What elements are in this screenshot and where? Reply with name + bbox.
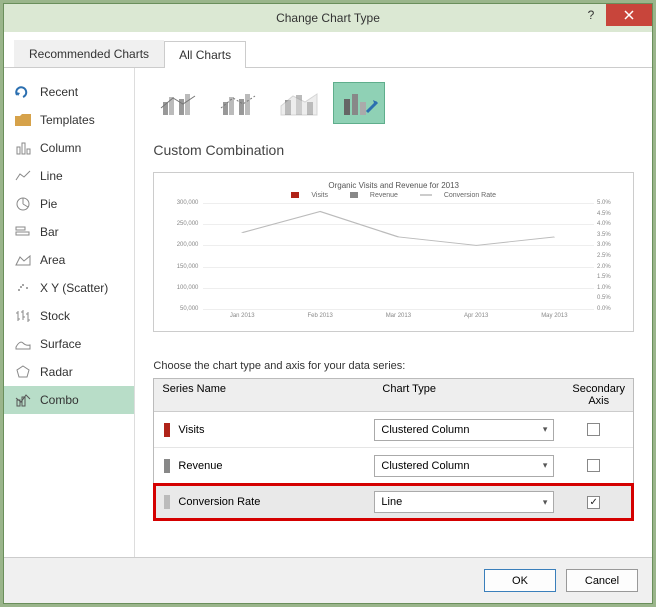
sidebar-item-label: Templates (40, 113, 95, 127)
content-area: Recent Templates Column Line Pie Bar (4, 68, 652, 557)
sidebar-item-bar[interactable]: Bar (4, 218, 134, 246)
col-chart-type: Chart Type (374, 379, 564, 411)
choose-series-label: Choose the chart type and axis for your … (153, 360, 634, 372)
chart-title: Organic Visits and Revenue for 2013 (168, 181, 619, 190)
sidebar-item-scatter[interactable]: X Y (Scatter) (4, 274, 134, 302)
combo-subtype-row (153, 82, 634, 124)
stock-icon (14, 308, 32, 324)
surface-icon (14, 336, 32, 352)
secondary-axis-cell (554, 459, 633, 472)
chevron-down-icon: ▾ (543, 497, 548, 508)
subtype-stacked-area[interactable] (273, 82, 325, 124)
sidebar-item-templates[interactable]: Templates (4, 106, 134, 134)
recent-icon (14, 84, 32, 100)
series-name: Revenue (178, 460, 374, 472)
series-table: Series Name Chart Type Secondary Axis Vi… (153, 378, 634, 521)
sidebar-item-column[interactable]: Column (4, 134, 134, 162)
line-icon (14, 168, 32, 184)
series-row-revenue: Revenue Clustered Column ▾ (154, 448, 633, 484)
series-name: Visits (178, 424, 374, 436)
sidebar-item-label: Combo (40, 393, 79, 407)
chart-type-select[interactable]: Clustered Column ▾ (374, 455, 554, 477)
close-button[interactable] (606, 4, 652, 26)
help-button[interactable]: ? (576, 4, 606, 26)
column-icon (14, 140, 32, 156)
secondary-axis-checkbox[interactable]: ✓ (587, 496, 600, 509)
chart-category-sidebar: Recent Templates Column Line Pie Bar (4, 68, 135, 557)
sidebar-item-label: X Y (Scatter) (40, 281, 108, 295)
folder-icon (14, 112, 32, 128)
dialog-title: Change Chart Type (4, 11, 652, 25)
sidebar-item-label: Stock (40, 309, 70, 323)
tab-all-charts[interactable]: All Charts (164, 41, 246, 68)
sidebar-item-label: Radar (40, 365, 73, 379)
sidebar-item-radar[interactable]: Radar (4, 358, 134, 386)
col-secondary-axis: Secondary Axis (564, 379, 633, 411)
sidebar-item-label: Column (40, 141, 81, 155)
series-name: Conversion Rate (178, 496, 374, 508)
sidebar-item-pie[interactable]: Pie (4, 190, 134, 218)
main-panel: Custom Combination Organic Visits and Re… (135, 68, 652, 557)
secondary-axis-checkbox[interactable] (587, 459, 600, 472)
series-row-conversion-rate: Conversion Rate Line ▾ ✓ (154, 484, 633, 520)
chart-plot-area: 50,000100,000150,000200,000250,000300,00… (203, 203, 594, 309)
chart-type-select[interactable]: Line ▾ (374, 491, 554, 513)
series-table-header: Series Name Chart Type Secondary Axis (154, 379, 633, 412)
sidebar-item-combo[interactable]: Combo (4, 386, 134, 414)
sidebar-item-label: Surface (40, 337, 81, 351)
secondary-axis-cell (554, 423, 633, 436)
series-row-visits: Visits Clustered Column ▾ (154, 412, 633, 448)
sidebar-item-label: Line (40, 169, 63, 183)
sidebar-item-label: Recent (40, 85, 78, 99)
subtype-clustered-line[interactable] (153, 82, 205, 124)
x-axis-labels: Jan 2013Feb 2013Mar 2013Apr 2013May 2013 (203, 313, 594, 319)
titlebar: Change Chart Type ? (4, 4, 652, 32)
secondary-axis-checkbox[interactable] (587, 423, 600, 436)
chart-type-select[interactable]: Clustered Column ▾ (374, 419, 554, 441)
ok-button[interactable]: OK (484, 569, 556, 592)
subtype-clustered-line-sec[interactable] (213, 82, 265, 124)
chart-legend: Visits Revenue Conversion Rate (168, 192, 619, 199)
titlebar-buttons: ? (576, 4, 652, 26)
sidebar-item-label: Pie (40, 197, 57, 211)
dialog-window: Change Chart Type ? Recommended Charts A… (3, 3, 653, 604)
bar-icon (14, 224, 32, 240)
cancel-button[interactable]: Cancel (566, 569, 638, 592)
sidebar-item-label: Bar (40, 225, 59, 239)
col-series-name: Series Name (154, 379, 374, 411)
pie-icon (14, 196, 32, 212)
sidebar-item-line[interactable]: Line (4, 162, 134, 190)
subtype-custom[interactable] (333, 82, 385, 124)
swatch-icon (164, 423, 170, 437)
chevron-down-icon: ▾ (543, 460, 548, 471)
tab-strip: Recommended Charts All Charts (4, 32, 652, 68)
secondary-axis-cell: ✓ (554, 496, 633, 509)
radar-icon (14, 364, 32, 380)
chevron-down-icon: ▾ (543, 424, 548, 435)
dialog-footer: OK Cancel (4, 557, 652, 603)
tab-recommended[interactable]: Recommended Charts (14, 40, 164, 67)
area-icon (14, 252, 32, 268)
combo-icon (14, 392, 32, 408)
sidebar-item-label: Area (40, 253, 65, 267)
sidebar-item-recent[interactable]: Recent (4, 78, 134, 106)
chart-preview[interactable]: Organic Visits and Revenue for 2013 Visi… (153, 172, 634, 332)
section-title: Custom Combination (153, 142, 634, 158)
sidebar-item-area[interactable]: Area (4, 246, 134, 274)
swatch-icon (164, 459, 170, 473)
sidebar-item-stock[interactable]: Stock (4, 302, 134, 330)
swatch-icon (164, 495, 170, 509)
scatter-icon (14, 280, 32, 296)
sidebar-item-surface[interactable]: Surface (4, 330, 134, 358)
close-icon (624, 10, 634, 20)
